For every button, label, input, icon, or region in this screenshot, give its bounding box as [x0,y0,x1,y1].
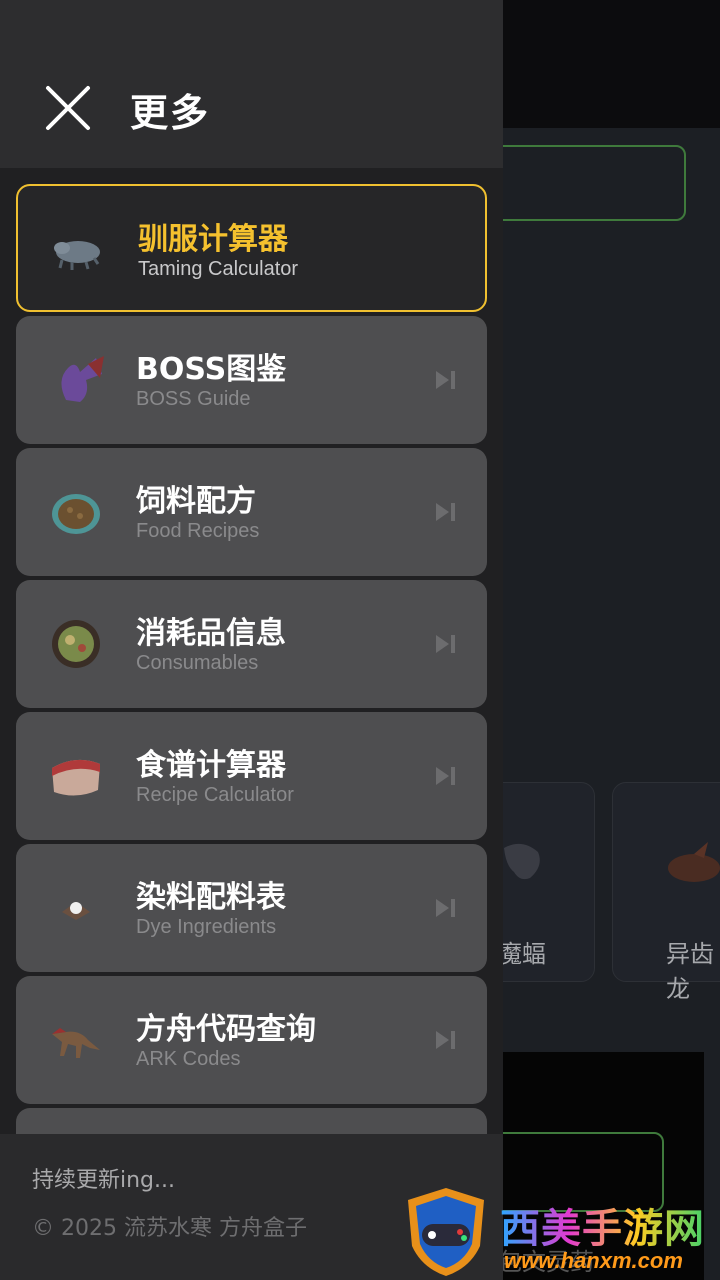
menu-item-subtitle: Food Recipes [136,520,260,542]
gamepad-shield-icon [408,1188,484,1276]
background-card-label: 异齿龙 [666,940,714,1003]
menu-item-title: 饲料配方 [136,484,256,519]
skip-forward-icon [436,371,455,389]
menu-item-title: 方舟代码查询 [136,1012,316,1047]
dragon-icon [61,356,104,402]
drawer-header: 更多 [0,0,503,168]
kibble-icon [52,494,100,534]
skip-forward-icon [436,1031,455,1049]
more-drawer: 更多 驯服计算器 Taming Calculator BOSS图鉴 BOSS G… [0,0,503,1280]
creature-icon [54,241,100,270]
update-status-text: 持续更新ing... [32,1168,176,1193]
menu-item-taming-calculator[interactable]: 驯服计算器 Taming Calculator [16,184,487,312]
menu-item-title: 食谱计算器 [136,748,286,783]
menu-item-consumables[interactable]: 消耗品信息 Consumables [16,580,487,708]
menu-item-title: 驯服计算器 [138,222,288,257]
dye-icon [62,902,90,920]
menu-item-title: BOSS图鉴 [136,352,287,387]
menu-item-dye-ingredients[interactable]: 染料配料表 Dye Ingredients [16,844,487,972]
watermark-url: www.hanxm.com [504,1248,683,1273]
skip-forward-icon [436,503,455,521]
creature-icon [668,842,720,882]
menu-item-boss-guide[interactable]: BOSS图鉴 BOSS Guide [16,316,487,444]
menu-item-subtitle: Dye Ingredients [136,916,277,938]
drawer-title: 更多 [130,91,211,135]
raptor-icon [52,1028,100,1058]
menu-item-title: 染料配料表 [136,880,286,915]
watermark: 西美手游网 www.hanxm.com [404,1186,720,1280]
menu-item-subtitle: ARK Codes [136,1048,241,1070]
meat-icon [52,759,100,796]
bat-icon [504,843,540,880]
watermark-name: 西美手游网 [500,1196,705,1254]
background-card-label: 魔蝠 [498,940,546,968]
menu-item-ark-codes[interactable]: 方舟代码查询 ARK Codes [16,976,487,1104]
menu-item-recipe-calculator[interactable]: 食谱计算器 Recipe Calculator [16,712,487,840]
soup-bowl-icon [52,620,100,668]
menu-item-subtitle: Taming Calculator [138,258,299,280]
skip-forward-icon [436,899,455,917]
menu-item-title: 消耗品信息 [136,616,286,651]
menu-item-subtitle: Consumables [136,652,259,674]
close-icon[interactable] [44,84,92,132]
menu-item-food-recipes[interactable]: 饲料配方 Food Recipes [16,448,487,576]
menu-item-subtitle: BOSS Guide [136,388,251,410]
skip-forward-icon [436,635,455,653]
menu-list: 驯服计算器 Taming Calculator BOSS图鉴 BOSS Guid… [16,184,487,1240]
skip-forward-icon [436,767,455,785]
menu-item-subtitle: Recipe Calculator [136,784,294,806]
copyright-text: © 2025 流苏水寒 方舟盒子 [32,1216,307,1241]
